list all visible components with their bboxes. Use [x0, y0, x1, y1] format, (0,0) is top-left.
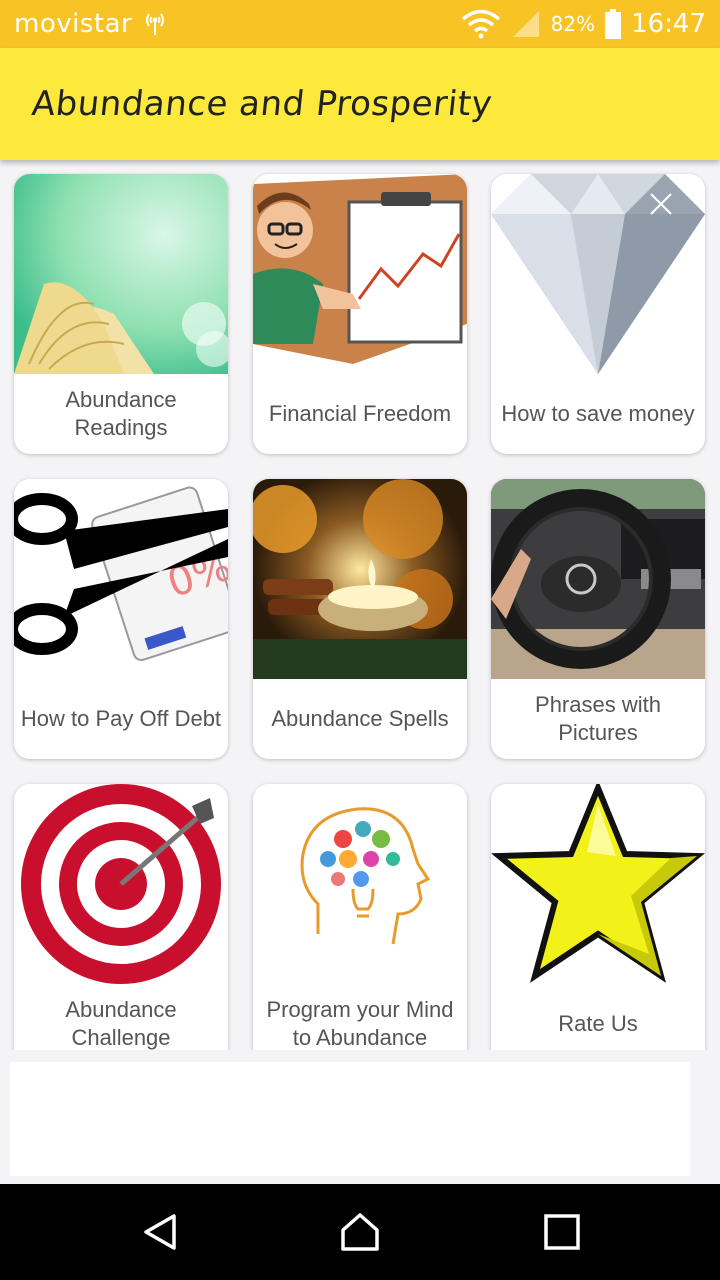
hotspot-icon [146, 13, 165, 35]
status-bar: movistar 82% 16:47 [0, 0, 720, 48]
menu-card-abundance-spells[interactable]: Abundance Spells [253, 479, 467, 759]
target-icon [14, 784, 228, 984]
back-icon[interactable] [140, 1212, 180, 1252]
clock: 16:47 [631, 9, 706, 39]
menu-card-label: Abundance Challenge [65, 997, 177, 1050]
menu-card-abundance-challenge[interactable]: Abundance Challenge [14, 784, 228, 1050]
menu-card-financial-freedom[interactable]: Financial Freedom [253, 174, 467, 454]
candle-icon [253, 479, 467, 679]
menu-grid: Abundance Readings Financial Freedom How… [0, 160, 720, 1050]
battery-icon [605, 9, 622, 39]
ad-banner-area [10, 1062, 690, 1176]
menu-card-label: Abundance Spells [271, 706, 449, 731]
menu-card-abundance-readings[interactable]: Abundance Readings [14, 174, 228, 454]
steering-wheel-icon [491, 479, 705, 679]
page-title: Abundance and Prosperity [29, 84, 495, 124]
chart-board-icon [253, 174, 467, 374]
menu-card-label: Abundance Readings [65, 387, 177, 440]
menu-card-label: Rate Us [558, 1011, 638, 1036]
brain-bulb-icon [253, 784, 467, 984]
menu-card-label: Program your Mind to Abundance [266, 997, 454, 1050]
carrier-name: movistar [14, 9, 133, 39]
navigation-bar [0, 1184, 720, 1280]
home-icon[interactable] [340, 1212, 380, 1252]
diamond-icon [491, 174, 705, 374]
star-icon [491, 784, 705, 984]
wifi-icon [461, 9, 500, 39]
book-icon [14, 174, 228, 374]
menu-card-rate-us[interactable]: Rate Us [491, 784, 705, 1050]
menu-card-label: Phrases with Pictures [535, 692, 661, 745]
menu-card-program-mind[interactable]: Program your Mind to Abundance [253, 784, 467, 1050]
recents-icon[interactable] [542, 1212, 582, 1252]
menu-card-label: Financial Freedom [268, 401, 452, 426]
menu-card-save-money[interactable]: How to save money [491, 174, 705, 454]
signal-icon [512, 11, 539, 37]
menu-card-label: How to save money [501, 401, 695, 426]
app-bar: Abundance and Prosperity [0, 48, 720, 160]
battery-percent: 82% [550, 12, 596, 36]
menu-card-pay-off-debt[interactable]: 0% How to Pay Off Debt [14, 479, 228, 759]
menu-card-phrases-pictures[interactable]: Phrases with Pictures [491, 479, 705, 759]
menu-card-label: How to Pay Off Debt [20, 706, 222, 731]
scissors-card-icon: 0% [14, 479, 228, 679]
